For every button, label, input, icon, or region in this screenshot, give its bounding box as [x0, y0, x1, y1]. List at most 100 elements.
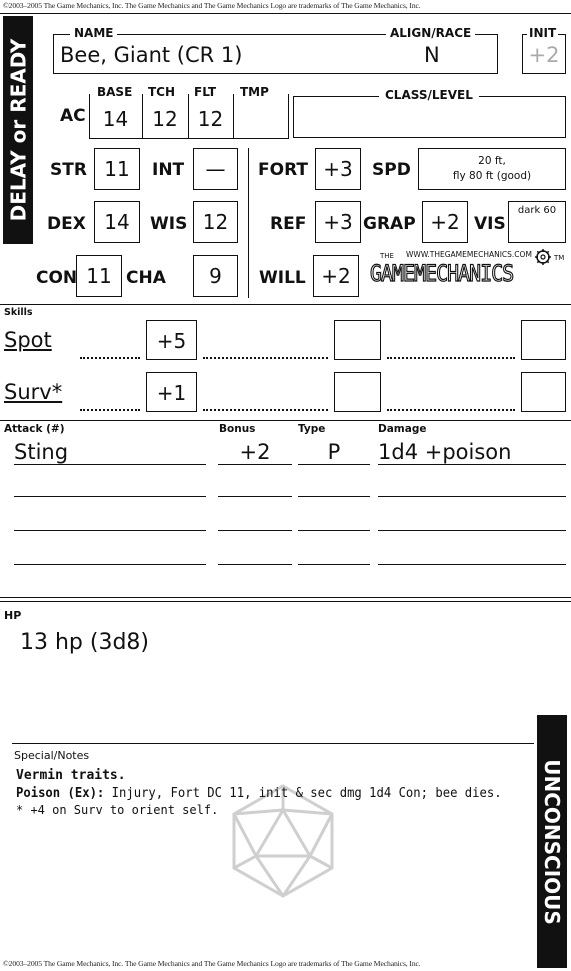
int-label: INT: [152, 160, 185, 180]
skills-top-rule: [0, 304, 571, 305]
delay-ready-bar[interactable]: DELAY or READY: [3, 16, 33, 244]
hp-top-rule-2: [0, 601, 571, 602]
skill-blank-3-field[interactable]: [521, 320, 566, 360]
skill-blank-3-line[interactable]: [387, 409, 515, 411]
attack-line[interactable]: [218, 464, 292, 465]
con-label: CON: [36, 268, 78, 288]
attack-line[interactable]: [298, 530, 370, 531]
ac-bottom-rule: [89, 138, 289, 139]
attack-line[interactable]: [378, 530, 566, 531]
copyright-top: ©2003–2005 The Game Mechanics, Inc. The …: [3, 1, 421, 10]
speed-label: SPD: [372, 160, 411, 180]
attack-bonus: +2: [239, 440, 271, 464]
int-value: —: [205, 157, 226, 181]
ac-label: AC: [60, 106, 86, 126]
skill-name: Surv*: [4, 380, 63, 404]
ac-base-value[interactable]: 14: [89, 107, 142, 131]
logo-url: WWW.THEGAMEMECHANICS.COM: [406, 250, 532, 259]
attack-line[interactable]: [14, 496, 206, 497]
grapple-value: +2: [430, 210, 460, 234]
fort-label: FORT: [258, 160, 308, 180]
ac-base-label: BASE: [97, 85, 133, 99]
creature-name: Bee, Giant (CR 1): [60, 43, 243, 67]
skill-blank-3-line[interactable]: [387, 357, 515, 359]
ac-touch-value[interactable]: 12: [142, 107, 188, 131]
ac-flat-value[interactable]: 12: [188, 107, 233, 131]
delay-ready-label: DELAY or READY: [6, 38, 31, 222]
attack-damage: 1d4 +poison: [378, 440, 512, 464]
vision-label: VIS: [474, 214, 506, 234]
fort-value: +3: [323, 157, 353, 181]
ac-touch-label: TCH: [148, 85, 176, 99]
skill-blank-3-field[interactable]: [521, 372, 566, 412]
attack-name: Sting: [14, 440, 69, 464]
grapple-label: GRAP: [363, 214, 416, 234]
skill-dots: [80, 357, 140, 359]
attacks-top-rule: [0, 420, 571, 421]
logo-name: GAMEMECHANICS: [369, 261, 514, 287]
gear-icon: [534, 248, 552, 270]
poison-text: Injury, Fort DC 11, init & sec dmg 1d4 C…: [104, 786, 502, 801]
logo-the: THE: [380, 252, 394, 260]
init-value: +2: [528, 43, 560, 67]
attack-line[interactable]: [298, 464, 370, 465]
attack-line[interactable]: [218, 496, 292, 497]
will-label: WILL: [259, 268, 306, 288]
skill-bonus: +1: [156, 381, 187, 405]
poison-label: Poison (Ex):: [16, 786, 105, 801]
skill-blank-2-line[interactable]: [203, 357, 328, 359]
hp-value[interactable]: 13 hp (3d8): [20, 630, 149, 655]
attack-line[interactable]: [298, 564, 370, 565]
skill-blank-2-field[interactable]: [334, 320, 381, 360]
skill-bonus: +5: [156, 329, 187, 353]
skill-dots: [80, 409, 140, 411]
wis-value: 12: [202, 210, 229, 234]
skill-name: Spot: [4, 328, 52, 352]
attack-line[interactable]: [218, 530, 292, 531]
speed-line-2: fly 80 ft (good): [452, 170, 532, 182]
attack-damage-label: Damage: [378, 423, 427, 435]
class-level-label: CLASS/LEVEL: [379, 88, 479, 102]
attack-line[interactable]: [14, 464, 206, 465]
notes-line-1: Vermin traits.: [16, 768, 126, 783]
ref-label: REF: [270, 214, 307, 234]
skill-blank-2-line[interactable]: [203, 409, 328, 411]
str-label: STR: [50, 160, 87, 180]
ac-temp-label: TMP: [240, 85, 269, 99]
skill-blank-2-field[interactable]: [334, 372, 381, 412]
attack-type-label: Type: [298, 423, 326, 435]
attack-line[interactable]: [378, 496, 566, 497]
ability-save-divider: [248, 148, 249, 298]
ac-divider-3: [233, 94, 234, 138]
will-value: +2: [321, 264, 351, 288]
alignment-value: N: [424, 43, 440, 67]
notes-label: Special/Notes: [14, 749, 90, 762]
cha-label: CHA: [126, 268, 166, 288]
attack-line[interactable]: [378, 564, 566, 565]
attacks-label: Attack (#): [4, 423, 65, 435]
attack-line[interactable]: [298, 496, 370, 497]
ref-value: +3: [323, 210, 353, 234]
speed-line-1: 20 ft,: [478, 155, 506, 167]
notes-line-2: Poison (Ex): Injury, Fort DC 11, init & …: [16, 786, 502, 801]
class-level-field[interactable]: [293, 96, 566, 138]
top-rule: [0, 13, 571, 14]
attack-line[interactable]: [218, 564, 292, 565]
game-mechanics-logo: THE WWW.THEGAMEMECHANICS.COM TM GAMEMECH…: [368, 248, 568, 298]
notes-line-3: * +4 on Surv to orient self.: [16, 803, 219, 817]
str-value: 11: [104, 157, 130, 181]
unconscious-label: UNCONSCIOUS: [540, 758, 565, 925]
cha-value: 9: [209, 264, 222, 288]
attack-line[interactable]: [14, 530, 206, 531]
attack-line[interactable]: [14, 564, 206, 565]
skills-label: Skills: [4, 307, 33, 318]
hp-label: HP: [4, 609, 22, 622]
copyright-bottom: ©2003–2005 The Game Mechanics, Inc. The …: [3, 959, 421, 968]
attack-type: P: [327, 440, 341, 464]
unconscious-bar[interactable]: UNCONSCIOUS: [537, 715, 567, 968]
attack-line[interactable]: [378, 464, 566, 465]
dex-value: 14: [104, 210, 130, 234]
attack-bonus-label: Bonus: [219, 423, 256, 435]
con-value: 11: [86, 264, 112, 288]
hp-top-rule: [0, 597, 571, 598]
